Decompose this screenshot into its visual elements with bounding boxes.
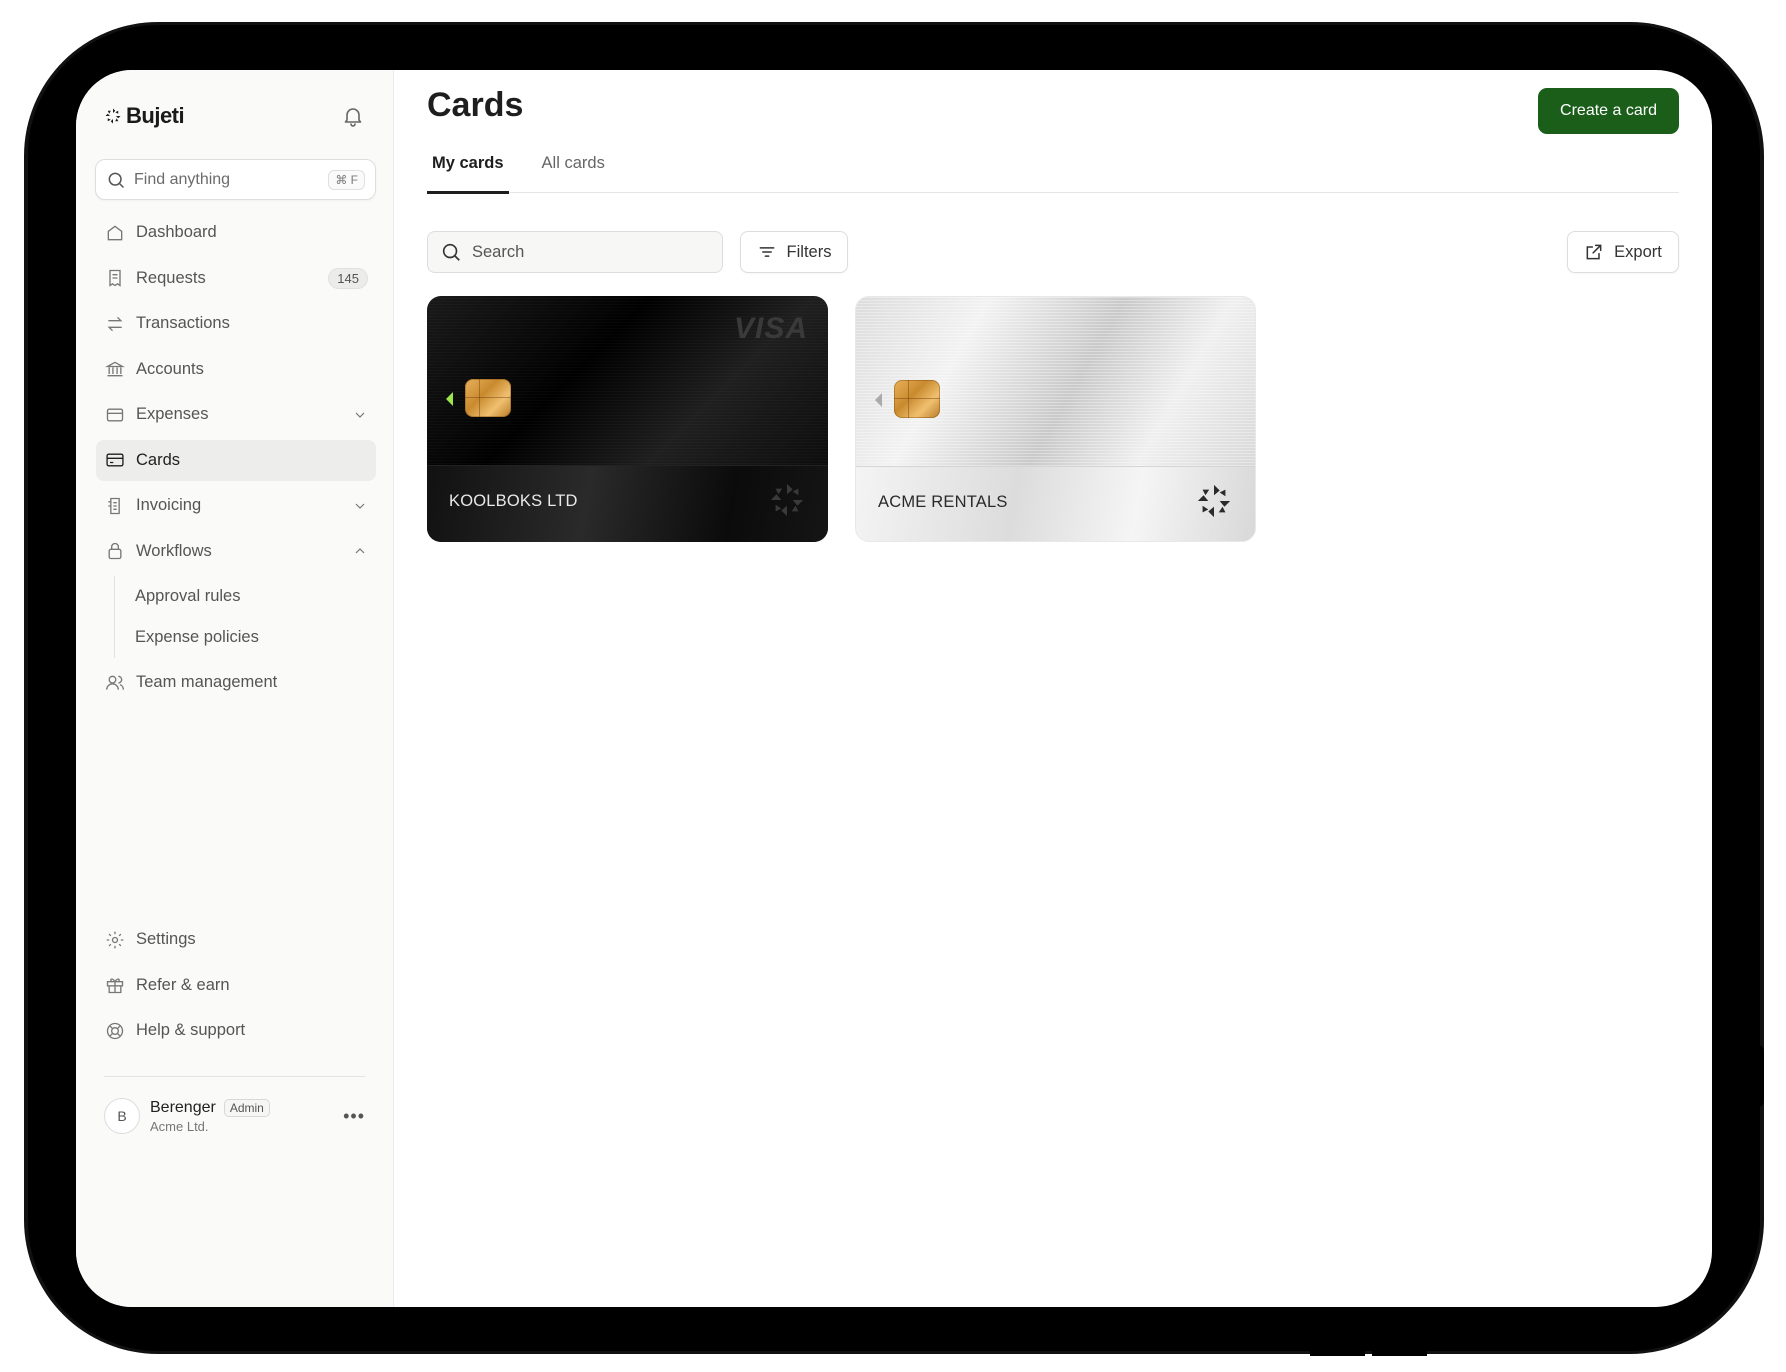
global-search-input[interactable]: Find anything ⌘ F bbox=[95, 159, 376, 200]
create-card-button[interactable]: Create a card bbox=[1538, 88, 1679, 134]
sidebar-item-label: Refer & earn bbox=[136, 975, 230, 994]
bujeti-logo-icon bbox=[770, 483, 804, 517]
card-holder-name: ACME RENTALS bbox=[878, 493, 1008, 511]
main-content: Cards Create a card My cards All cards S… bbox=[394, 70, 1712, 1307]
sidebar-item-label: Expenses bbox=[136, 405, 209, 423]
cards-search-input[interactable]: Search bbox=[427, 231, 723, 273]
user-name-row: Berenger Admin bbox=[150, 1098, 333, 1117]
chevron-down-icon[interactable] bbox=[352, 498, 368, 514]
brand-logo[interactable]: Bujeti bbox=[104, 103, 185, 129]
user-role-badge: Admin bbox=[223, 1098, 270, 1117]
receipt-icon bbox=[104, 267, 126, 289]
sidebar-item-label: Accounts bbox=[136, 359, 204, 378]
filters-label: Filters bbox=[786, 242, 832, 261]
sidebar-divider bbox=[104, 1076, 365, 1077]
sidebar-item-label: Dashboard bbox=[136, 223, 217, 241]
sidebar-item-expenses[interactable]: Expenses bbox=[96, 394, 376, 435]
sidebar-item-label: Cards bbox=[136, 450, 181, 469]
card-koolboks[interactable]: VISA KOOLBOKS LTD bbox=[427, 296, 828, 542]
chevron-up-icon[interactable] bbox=[352, 543, 368, 559]
avatar: B bbox=[104, 1098, 140, 1134]
user-name: Berenger bbox=[150, 1098, 216, 1116]
sidebar-item-label: Settings bbox=[136, 930, 196, 948]
global-search-placeholder: Find anything bbox=[134, 170, 231, 188]
sidebar-item-label: Team management bbox=[136, 673, 278, 691]
invoice-icon bbox=[104, 495, 126, 517]
more-options-icon[interactable]: ••• bbox=[343, 1106, 365, 1127]
sidebar-item-expense-policies[interactable]: Expense policies bbox=[135, 617, 376, 658]
bank-icon bbox=[104, 358, 126, 380]
sidebar-item-help-support[interactable]: Help & support bbox=[96, 1010, 376, 1051]
card-chip-icon bbox=[894, 380, 940, 418]
export-button[interactable]: Export bbox=[1567, 231, 1679, 273]
wallet-icon bbox=[104, 404, 126, 426]
sidebar-item-transactions[interactable]: Transactions bbox=[96, 303, 376, 344]
card-tabs: My cards All cards bbox=[427, 148, 1679, 194]
arrows-swap-icon bbox=[104, 313, 126, 335]
workflows-submenu: Approval rules Expense policies bbox=[114, 576, 376, 658]
home-icon bbox=[104, 222, 126, 244]
tab-my-cards[interactable]: My cards bbox=[427, 148, 509, 194]
sidebar-item-label: Transactions bbox=[136, 314, 230, 332]
brand-row: Bujeti bbox=[104, 98, 365, 134]
sidebar-item-label: Invoicing bbox=[136, 496, 202, 514]
user-profile[interactable]: B Berenger Admin Acme Ltd. ••• bbox=[104, 1095, 365, 1137]
search-shortcut-badge: ⌘ F bbox=[328, 169, 365, 190]
sidebar-item-dashboard[interactable]: Dashboard bbox=[96, 212, 376, 253]
device-bottom-button bbox=[1372, 1340, 1427, 1356]
bujeti-logo-icon bbox=[1197, 484, 1231, 518]
export-icon bbox=[1586, 244, 1602, 260]
cards-search-placeholder: Search bbox=[472, 242, 525, 261]
card-chip-icon bbox=[465, 379, 511, 417]
sidebar-item-requests[interactable]: Requests 145 bbox=[96, 258, 376, 299]
sidebar-item-label: Workflows bbox=[136, 541, 212, 560]
sidebar-item-team-management[interactable]: Team management bbox=[96, 662, 376, 703]
sidebar-item-approval-rules[interactable]: Approval rules bbox=[135, 576, 376, 617]
sidebar-bottom-nav: Settings Refer & earn Help & support bbox=[96, 919, 376, 1056]
app-screen: Bujeti Find anything ⌘ F Dashboard Reque… bbox=[76, 70, 1712, 1307]
bell-icon[interactable] bbox=[341, 104, 365, 128]
tab-all-cards[interactable]: All cards bbox=[537, 148, 610, 193]
users-icon bbox=[104, 672, 126, 694]
gear-icon bbox=[104, 929, 126, 951]
visa-logo: VISA bbox=[733, 312, 808, 345]
lifebuoy-icon bbox=[104, 1020, 126, 1042]
sidebar-item-accounts[interactable]: Accounts bbox=[96, 349, 376, 390]
export-label: Export bbox=[1614, 242, 1662, 261]
card-icon bbox=[104, 449, 126, 471]
page-title: Cards bbox=[427, 86, 524, 124]
requests-count-badge: 145 bbox=[328, 267, 368, 289]
search-icon bbox=[108, 172, 125, 188]
sidebar-item-refer-earn[interactable]: Refer & earn bbox=[96, 965, 376, 1006]
filters-button[interactable]: Filters bbox=[740, 231, 848, 273]
brand-name: Bujeti bbox=[126, 103, 185, 128]
card-holder-name: KOOLBOKS LTD bbox=[449, 492, 578, 510]
lock-icon bbox=[104, 540, 126, 562]
device-bottom-button bbox=[1310, 1340, 1365, 1356]
search-icon bbox=[442, 243, 460, 261]
sidebar: Bujeti Find anything ⌘ F Dashboard Reque… bbox=[76, 70, 394, 1307]
sidebar-item-invoicing[interactable]: Invoicing bbox=[96, 485, 376, 526]
card-acme-rentals[interactable]: ACME RENTALS bbox=[855, 296, 1256, 542]
filter-icon bbox=[759, 247, 774, 257]
user-org: Acme Ltd. bbox=[150, 1118, 209, 1134]
sidebar-item-settings[interactable]: Settings bbox=[96, 919, 376, 960]
chevron-down-icon[interactable] bbox=[352, 407, 368, 423]
card-indicator-icon bbox=[875, 393, 882, 407]
sidebar-item-workflows[interactable]: Workflows bbox=[96, 531, 376, 572]
sidebar-nav: Dashboard Requests 145 Transactions Acco… bbox=[96, 212, 376, 708]
sidebar-item-cards[interactable]: Cards bbox=[96, 439, 376, 481]
bujeti-logo-icon bbox=[105, 108, 121, 124]
device-side-button bbox=[1740, 1045, 1764, 1107]
user-info: Berenger Admin Acme Ltd. bbox=[150, 1098, 333, 1134]
card-indicator-icon bbox=[446, 392, 453, 406]
sidebar-item-label: Requests bbox=[136, 268, 206, 287]
sidebar-item-label: Help & support bbox=[136, 1021, 246, 1039]
gift-icon bbox=[104, 974, 126, 996]
